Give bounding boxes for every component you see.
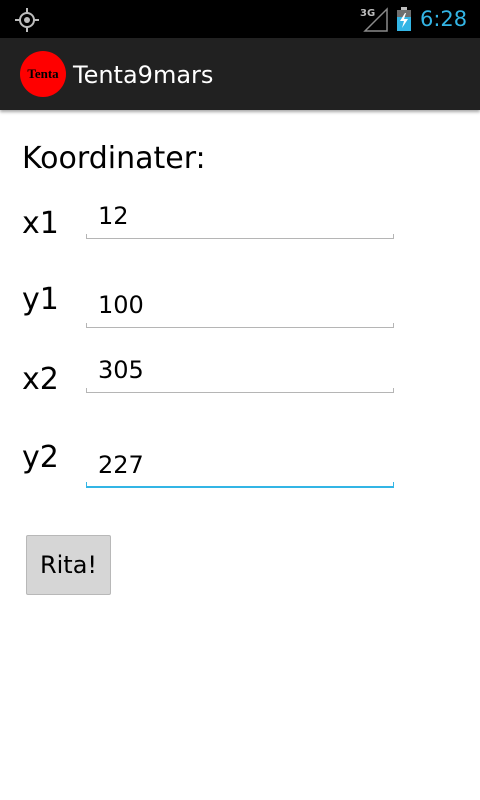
app-title: Tenta9mars [73,61,214,89]
y2-underline [86,486,394,488]
x1-field[interactable] [86,199,398,239]
gps-icon [15,8,39,32]
x2-input[interactable] [86,353,398,387]
y1-underline-tick-right [393,323,394,328]
y2-underline-tick-left [86,482,87,488]
app-logo-icon[interactable]: Tenta [20,51,66,97]
y1-field[interactable] [86,288,398,328]
x2-field[interactable] [86,353,398,393]
x1-underline-tick-left [86,234,87,239]
x1-underline [86,238,394,239]
signal-3g-icon: 3G [360,7,388,32]
x2-label: x2 [22,362,59,397]
y2-label: y2 [22,440,59,475]
network-type-label: 3G [360,8,375,19]
app-logo-text: Tenta [27,66,59,81]
y2-field[interactable] [86,448,398,488]
x1-input[interactable] [86,199,398,233]
action-bar: Tenta Tenta9mars [0,38,480,110]
x1-underline-tick-right [393,234,394,239]
coordinates-heading: Koordinater: [22,141,206,176]
y1-underline-tick-left [86,323,87,328]
y1-input[interactable] [86,288,398,322]
status-bar: 3G 6:28 [0,0,480,38]
y1-label: y1 [22,282,59,317]
x2-underline-tick-left [86,388,87,393]
rita-button[interactable]: Rita! [26,535,111,595]
y1-underline [86,327,394,328]
battery-charging-icon [397,7,411,31]
status-clock: 6:28 [420,7,468,31]
x2-underline [86,392,394,393]
x1-label: x1 [22,206,59,241]
x2-underline-tick-right [393,388,394,393]
y2-underline-tick-right [393,482,394,488]
y2-input[interactable] [86,448,398,482]
